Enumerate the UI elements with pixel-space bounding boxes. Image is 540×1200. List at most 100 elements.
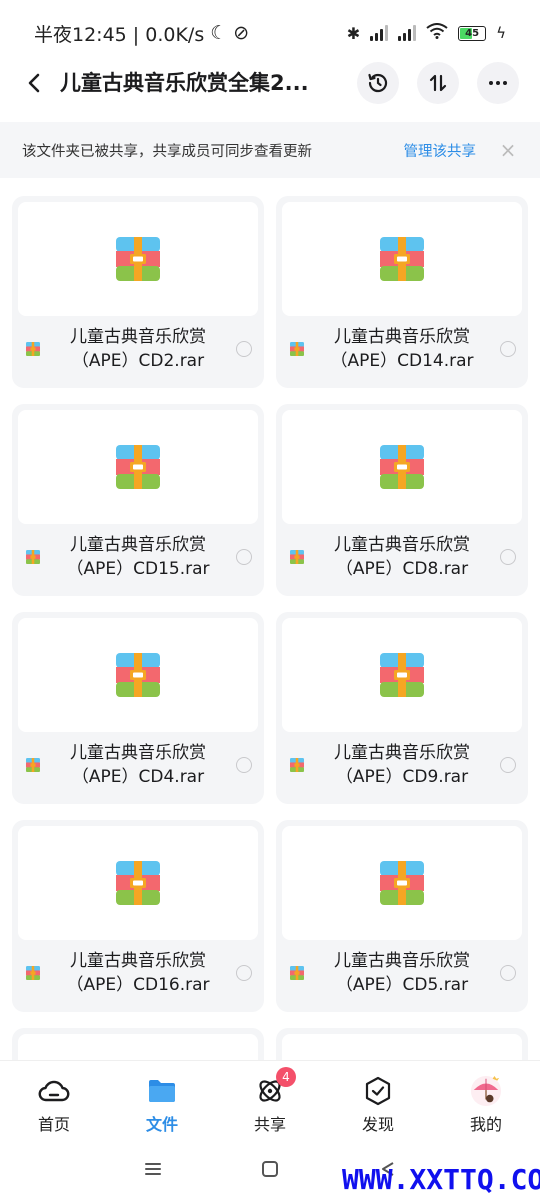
tab-bar: 首页 文件 4 共享 发现 我的 <box>0 1060 540 1138</box>
folder-icon <box>146 1075 178 1107</box>
file-card[interactable] <box>276 1028 528 1060</box>
select-radio[interactable] <box>500 965 516 981</box>
file-name-line2: （APE）CD14.rar <box>330 351 474 371</box>
file-name-line1: 儿童古典音乐欣赏 <box>334 743 470 763</box>
archive-small-icon <box>290 342 304 356</box>
tab-share[interactable]: 4 共享 <box>216 1061 324 1138</box>
sort-arrows-icon <box>429 74 447 92</box>
file-name-line2: （APE）CD16.rar <box>66 975 210 995</box>
file-name: 儿童古典音乐欣赏 （APE）CD9.rar <box>304 741 500 789</box>
select-radio[interactable] <box>236 757 252 773</box>
file-name-line2: （APE）CD2.rar <box>71 351 205 371</box>
back-button[interactable] <box>20 68 50 98</box>
file-card[interactable]: 儿童古典音乐欣赏 （APE）CD4.rar <box>12 612 264 804</box>
file-info: 儿童古典音乐欣赏 （APE）CD2.rar <box>18 316 258 382</box>
share-badge: 4 <box>276 1067 296 1087</box>
file-card[interactable]: 儿童古典音乐欣赏 （APE）CD5.rar <box>276 820 528 1012</box>
tab-discover[interactable]: 发现 <box>324 1061 432 1138</box>
avatar-icon <box>470 1075 502 1107</box>
file-thumbnail <box>282 826 522 940</box>
page-title: 儿童古典音乐欣赏全集2... <box>60 71 309 95</box>
select-radio[interactable] <box>236 965 252 981</box>
tab-discover-label: 发现 <box>361 1115 394 1134</box>
select-radio[interactable] <box>236 549 252 565</box>
file-name: 儿童古典音乐欣赏 （APE）CD15.rar <box>40 533 236 581</box>
signal-2-icon <box>398 25 417 41</box>
select-radio[interactable] <box>236 341 252 357</box>
battery-level: 45 <box>465 27 480 39</box>
file-thumbnail <box>18 618 258 732</box>
file-card[interactable]: 儿童古典音乐欣赏 （APE）CD8.rar <box>276 404 528 596</box>
home-nav-button[interactable] <box>259 1158 281 1180</box>
share-banner-message: 该文件夹已被共享，共享成员可同步查看更新 <box>22 143 312 160</box>
file-name: 儿童古典音乐欣赏 （APE）CD2.rar <box>40 325 236 373</box>
file-thumbnail <box>18 410 258 524</box>
select-radio[interactable] <box>500 549 516 565</box>
more-dots-icon <box>489 81 507 85</box>
file-thumbnail <box>282 410 522 524</box>
select-radio[interactable] <box>500 341 516 357</box>
archive-small-icon <box>26 966 40 980</box>
file-name-line1: 儿童古典音乐欣赏 <box>70 743 206 763</box>
archive-small-icon <box>290 966 304 980</box>
file-name: 儿童古典音乐欣赏 （APE）CD8.rar <box>304 533 500 581</box>
wifi-icon <box>426 22 448 44</box>
battery-icon: 45 <box>458 25 487 41</box>
file-card[interactable]: 儿童古典音乐欣赏 （APE）CD9.rar <box>276 612 528 804</box>
watermark-text: WWW.XXTTQ.COM <box>342 1163 540 1196</box>
file-card[interactable]: 儿童古典音乐欣赏 （APE）CD16.rar <box>12 820 264 1012</box>
file-card[interactable]: 儿童古典音乐欣赏 （APE）CD2.rar <box>12 196 264 388</box>
file-card[interactable]: 儿童古典音乐欣赏 （APE）CD14.rar <box>276 196 528 388</box>
file-name: 儿童古典音乐欣赏 （APE）CD5.rar <box>304 949 500 997</box>
charging-icon: ϟ <box>496 24 506 42</box>
signal-1-icon <box>370 25 389 41</box>
manage-share-link[interactable]: 管理该共享 <box>404 140 477 161</box>
header: 儿童古典音乐欣赏全集2... <box>0 62 540 106</box>
file-info: 儿童古典音乐欣赏 （APE）CD16.rar <box>18 940 258 1006</box>
status-right: ✱ 45 ϟ <box>347 22 506 44</box>
select-radio[interactable] <box>500 757 516 773</box>
file-thumbnail <box>18 826 258 940</box>
moon-icon: ☾ <box>210 22 228 44</box>
file-card[interactable] <box>12 1028 264 1060</box>
sort-button[interactable] <box>417 62 459 104</box>
file-name: 儿童古典音乐欣赏 （APE）CD14.rar <box>304 325 500 373</box>
file-card[interactable]: 儿童古典音乐欣赏 （APE）CD15.rar <box>12 404 264 596</box>
archive-small-icon <box>26 758 40 772</box>
archive-file-icon <box>380 861 424 905</box>
archive-small-icon <box>26 550 40 564</box>
history-button[interactable] <box>357 62 399 104</box>
tab-home-label: 首页 <box>37 1115 70 1134</box>
file-name-line1: 儿童古典音乐欣赏 <box>334 327 470 347</box>
history-clock-icon <box>368 73 388 93</box>
file-thumbnail <box>282 618 522 732</box>
tab-home[interactable]: 首页 <box>0 1061 108 1138</box>
file-name-line2: （APE）CD15.rar <box>66 559 210 579</box>
file-name: 儿童古典音乐欣赏 （APE）CD4.rar <box>40 741 236 789</box>
tab-me-label: 我的 <box>469 1115 502 1134</box>
archive-small-icon <box>26 342 40 356</box>
archive-small-icon <box>290 758 304 772</box>
status-left: 半夜12:45 | 0.0K/s ☾ ⊘ <box>34 20 249 47</box>
file-thumbnail <box>18 202 258 316</box>
square-home-icon <box>262 1161 278 1177</box>
menu-nav-button[interactable] <box>142 1158 164 1180</box>
tab-me[interactable]: 我的 <box>432 1061 540 1138</box>
file-info: 儿童古典音乐欣赏 （APE）CD15.rar <box>18 524 258 590</box>
archive-file-icon <box>116 237 160 281</box>
file-name-line1: 儿童古典音乐欣赏 <box>70 951 206 971</box>
more-button[interactable] <box>477 62 519 104</box>
close-icon[interactable]: × <box>498 138 518 162</box>
tab-files[interactable]: 文件 <box>108 1061 216 1138</box>
file-info: 儿童古典音乐欣赏 （APE）CD4.rar <box>18 732 258 798</box>
file-thumbnail <box>18 1034 258 1060</box>
archive-file-icon <box>116 445 160 489</box>
status-time: 半夜12:45 | 0.0K/s <box>34 23 205 46</box>
file-grid[interactable]: 儿童古典音乐欣赏 （APE）CD2.rar 儿童古典音乐欣赏 （APE）CD14… <box>12 196 528 1060</box>
file-name-line1: 儿童古典音乐欣赏 <box>334 535 470 555</box>
file-info: 儿童古典音乐欣赏 （APE）CD5.rar <box>282 940 522 1006</box>
file-name: 儿童古典音乐欣赏 （APE）CD16.rar <box>40 949 236 997</box>
bluetooth-icon: ✱ <box>346 23 361 43</box>
file-name-line1: 儿童古典音乐欣赏 <box>70 535 206 555</box>
file-name-line2: （APE）CD9.rar <box>335 767 469 787</box>
